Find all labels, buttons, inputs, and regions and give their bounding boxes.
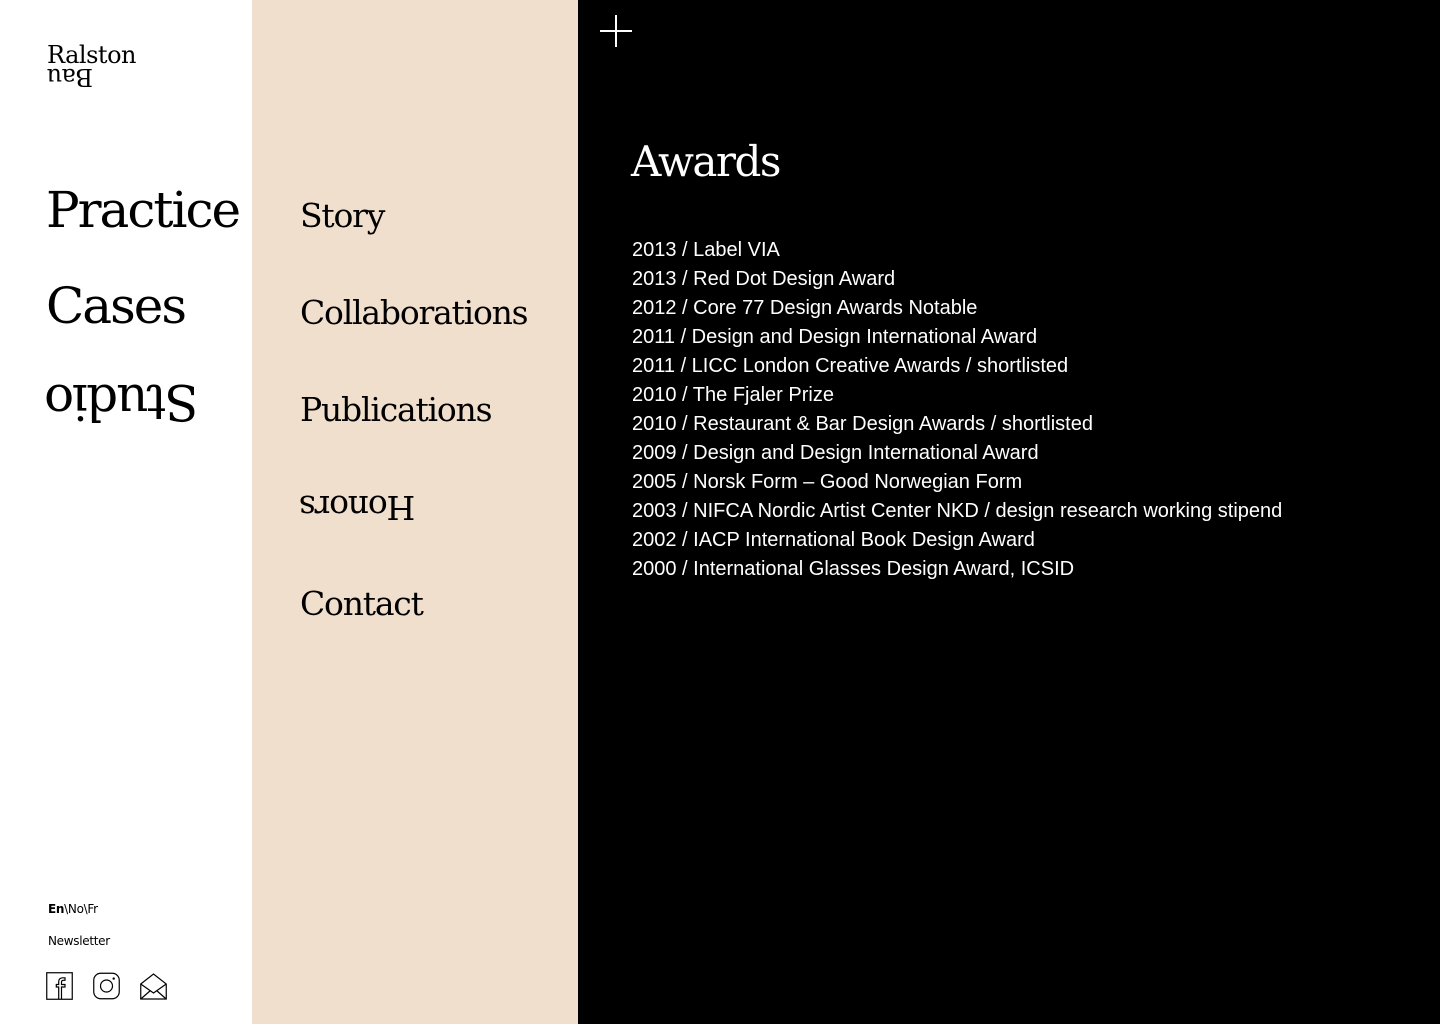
primary-nav-cases[interactable]: Cases <box>46 274 239 370</box>
primary-nav-studio-active[interactable]: Studio <box>46 370 239 466</box>
lang-en[interactable]: En <box>48 902 64 916</box>
brand-logo[interactable]: Ralston Bau <box>47 43 167 91</box>
social-links <box>46 972 167 1000</box>
list-item: 2003 / NIFCA Nordic Artist Center NKD / … <box>632 500 1283 522</box>
lang-fr[interactable]: Fr <box>87 902 98 916</box>
secondary-nav: Story Collaborations Publications Honors… <box>300 192 529 677</box>
secondary-nav-label: Honors <box>300 488 416 527</box>
secondary-nav-collaborations[interactable]: Collaborations <box>300 289 529 386</box>
secondary-nav-label: Collaborations <box>300 293 529 332</box>
list-item: 2010 / The Fjaler Prize <box>632 384 834 406</box>
secondary-nav-publications[interactable]: Publications <box>300 386 527 483</box>
newsletter-link[interactable]: Newsletter <box>48 934 110 948</box>
page-title: Awards <box>631 137 781 186</box>
awards-list: 2013 / Label VIA 2013 / Red Dot Design A… <box>632 236 1282 584</box>
list-item: 2013 / Red Dot Design Award <box>632 268 896 290</box>
facebook-icon[interactable] <box>46 972 73 1000</box>
list-item: 2010 / Restaurant & Bar Design Awards / … <box>632 413 1093 435</box>
close-icon[interactable] <box>599 14 633 48</box>
list-item: 2005 / Norsk Form – Good Norwegian Form <box>632 471 1023 493</box>
list-item: 2011 / LICC London Creative Awards / sho… <box>632 355 1069 377</box>
logo-text-bottom-flipped: Bau <box>47 63 93 91</box>
list-item: 2013 / Label VIA <box>632 239 780 261</box>
primary-sidebar: Ralston Bau Practice Cases Studio En\No\… <box>0 0 252 1024</box>
list-item: 2000 / International Glasses Design Awar… <box>632 558 1075 580</box>
content-panel: Awards 2013 / Label VIA 2013 / Red Dot D… <box>578 0 1440 1024</box>
primary-nav: Practice Cases Studio <box>46 178 241 466</box>
language-switcher: En\No\Fr <box>48 902 98 916</box>
list-item: 2009 / Design and Design International A… <box>632 442 1039 464</box>
secondary-nav-label: Story <box>300 196 385 235</box>
lang-no[interactable]: No <box>68 902 84 916</box>
secondary-nav-label: Publications <box>300 390 493 429</box>
primary-nav-label: Studio <box>46 373 199 431</box>
list-item: 2011 / Design and Design International A… <box>632 326 1038 348</box>
list-item: 2012 / Core 77 Design Awards Notable <box>632 297 978 319</box>
instagram-icon[interactable] <box>93 972 120 1000</box>
primary-nav-label: Cases <box>46 277 187 335</box>
secondary-nav-label: Contact <box>300 584 424 623</box>
mail-icon[interactable] <box>140 972 167 1000</box>
primary-nav-practice[interactable]: Practice <box>46 178 241 274</box>
secondary-nav-contact[interactable]: Contact <box>300 580 527 677</box>
primary-nav-label: Practice <box>46 181 241 239</box>
secondary-nav-honors-active[interactable]: Honors <box>300 483 527 580</box>
secondary-nav-story[interactable]: Story <box>300 192 527 289</box>
list-item: 2002 / IACP International Book Design Aw… <box>632 529 1035 551</box>
secondary-sidebar: Story Collaborations Publications Honors… <box>252 0 578 1024</box>
